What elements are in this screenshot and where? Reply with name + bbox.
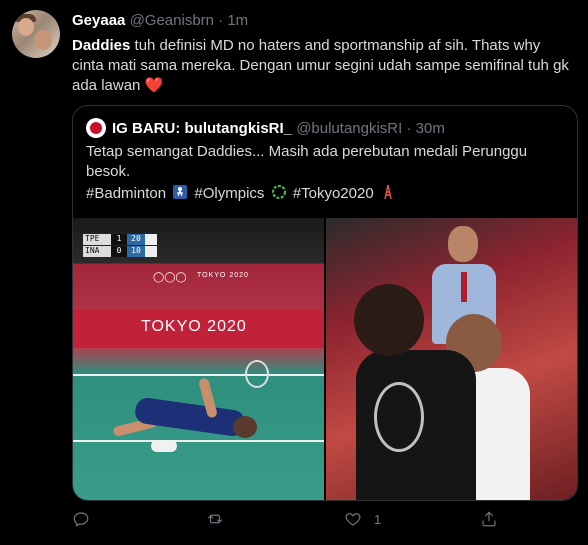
- score-points: 10: [127, 246, 145, 257]
- racket-icon: [374, 382, 424, 452]
- tweet-header: Geyaaa @Geanisbrn · 1m: [72, 12, 248, 29]
- score-games: 1: [111, 234, 127, 245]
- quoted-media[interactable]: TPE 1 20 INA 0 10 ◯◯◯ TOKYO 2020 TOKYO 2…: [73, 218, 577, 500]
- court-line: [73, 374, 324, 376]
- board-label-small: TOKYO 2020: [197, 272, 249, 279]
- umpire-head: [448, 226, 478, 262]
- player-one-head: [354, 284, 424, 356]
- separator-dot: ·: [406, 119, 412, 137]
- hashtag-olympics[interactable]: #Olympics: [194, 185, 264, 202]
- score-games: 0: [111, 246, 127, 257]
- badminton-emoji-icon: [173, 185, 188, 199]
- share-button[interactable]: [480, 510, 498, 528]
- separator-dot: ·: [218, 12, 224, 29]
- heart-icon: [345, 513, 361, 526]
- hashtag-tokyo2020[interactable]: #Tokyo2020: [293, 185, 374, 202]
- tweet-text: Daddies tuh definisi MD no haters and sp…: [72, 36, 572, 96]
- score-team: INA: [83, 246, 111, 257]
- photo-badminton-player-court[interactable]: TPE 1 20 INA 0 10 ◯◯◯ TOKYO 2020 TOKYO 2…: [73, 218, 324, 500]
- reply-icon: [73, 512, 89, 527]
- board-label: TOKYO 2020: [141, 318, 247, 335]
- tokyo-tower-emoji-icon: [384, 184, 392, 200]
- scoreboard: TPE 1 20 INA 0 10: [83, 234, 157, 258]
- score-team: TPE: [83, 234, 111, 245]
- hashtag-badminton[interactable]: #Badminton: [86, 185, 166, 202]
- racket-icon: [245, 360, 269, 388]
- player-shoe: [151, 440, 177, 452]
- quoted-author-handle: @bulutangkisRI: [296, 119, 403, 137]
- share-icon: [482, 511, 496, 527]
- tweet-time[interactable]: 1m: [227, 12, 248, 29]
- scoreboard-row: TPE 1 20: [83, 234, 157, 245]
- quoted-tweet[interactable]: IG BARU: bulutangkisRI_ @bulutangkisRI ·…: [72, 105, 578, 501]
- author-avatar[interactable]: [12, 10, 60, 58]
- retweet-icon: [207, 514, 223, 524]
- heart-emoji-icon: ❤️: [144, 77, 164, 94]
- quoted-avatar: [86, 118, 106, 138]
- quoted-author-name: IG BARU: bulutangkisRI_: [112, 119, 293, 137]
- laurel-wreath-emoji-icon: [271, 184, 286, 200]
- quoted-hashtags: #Badminton #Olympics #Tokyo2020: [86, 184, 398, 204]
- player-head: [233, 416, 257, 438]
- score-points: 20: [127, 234, 145, 245]
- quoted-text: Tetap semangat Daddies... Masih ada pere…: [86, 143, 528, 180]
- author-handle[interactable]: @Geanisbrn: [130, 12, 214, 29]
- like-button[interactable]: 1: [344, 510, 381, 528]
- player-body: [133, 396, 247, 438]
- avatar-face: [34, 30, 52, 50]
- photo-players-celebrating[interactable]: [326, 218, 577, 500]
- quoted-header: IG BARU: bulutangkisRI_ @bulutangkisRI ·…: [86, 118, 445, 138]
- court-line: [73, 440, 324, 442]
- umpire-tie: [461, 272, 467, 302]
- quoted-time: 30m: [415, 119, 445, 137]
- retweet-button[interactable]: [206, 510, 224, 528]
- reply-button[interactable]: [72, 510, 90, 528]
- scoreboard-row: INA 0 10: [83, 246, 157, 257]
- author-name[interactable]: Geyaaa: [72, 12, 125, 29]
- like-count: 1: [374, 511, 382, 527]
- tweet-actions: 1: [72, 510, 572, 534]
- olympic-rings-icon: ◯◯◯: [153, 272, 187, 283]
- tweet-text-bold: Daddies: [72, 37, 131, 54]
- avatar-face: [18, 18, 34, 36]
